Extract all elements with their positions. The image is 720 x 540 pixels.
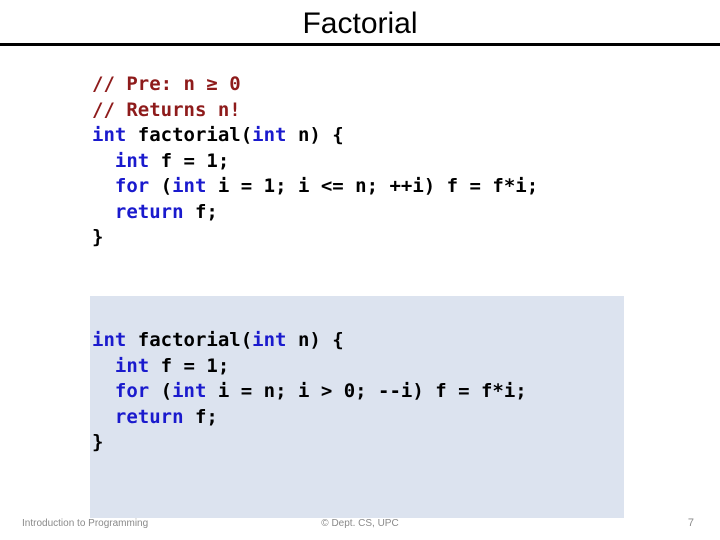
code-token-plain: f; [183, 405, 218, 428]
footer-page-number: 7 [687, 517, 694, 529]
code-token-keyword: int [252, 329, 287, 351]
code-token-keyword: int [252, 124, 287, 146]
slide-footer: Introduction to Programming © Dept. CS, … [0, 516, 720, 536]
code-token-comment: // Returns n! [92, 98, 241, 121]
code-token-keyword: for [114, 175, 150, 197]
code-token-plain: f; [183, 200, 218, 223]
code-token-comment: // Pre: n ≥ 0 [92, 73, 241, 95]
code-token-plain: i = 1; i <= n; ++i) f = f*i; [206, 175, 539, 197]
code-token-plain: f = 1; [149, 149, 230, 172]
code-token-plain: n) { [286, 124, 344, 146]
code-token-keyword: return [114, 405, 184, 428]
code-line: return f; [92, 405, 527, 431]
code-token-keyword: int [92, 124, 127, 146]
code-line: int factorial(int n) { [92, 123, 538, 149]
code-line: } [92, 430, 527, 456]
footer-copyright-label: © Dept. CS, UPC [321, 518, 399, 529]
code-line: for (int i = n; i > 0; --i) f = f*i; [92, 379, 527, 405]
code-token-plain: factorial( [126, 329, 253, 351]
code-token-keyword: int [172, 175, 207, 197]
code-line: int f = 1; [92, 354, 527, 380]
code-token-keyword: int [114, 354, 150, 377]
code-block-iterative-descending: int factorial(int n) { int f = 1; for (i… [92, 328, 527, 456]
code-token-plain: ( [149, 175, 173, 197]
code-line: int factorial(int n) { [92, 328, 527, 354]
code-block-iterative-ascending: // Pre: n ≥ 0// Returns n! int factorial(… [92, 72, 538, 251]
code-line: for (int i = 1; i <= n; ++i) f = f*i; [92, 174, 538, 200]
code-token-plain: i = n; i > 0; --i) f = f*i; [206, 380, 527, 402]
code-token-plain: ( [149, 380, 173, 402]
code-line: return f; [92, 200, 538, 226]
code-token-plain: } [92, 431, 104, 453]
code-line: int f = 1; [92, 149, 538, 175]
code-token-plain: } [92, 226, 104, 248]
code-line: } [92, 225, 538, 251]
code-line: // Returns n! [92, 98, 538, 124]
code-token-plain: factorial( [126, 124, 253, 146]
code-token-plain: n) { [286, 329, 344, 351]
title-divider [0, 43, 720, 46]
code-token-keyword: return [114, 200, 184, 223]
code-token-plain: f = 1; [149, 354, 230, 377]
code-line: // Pre: n ≥ 0 [92, 72, 538, 98]
code-token-keyword: int [92, 329, 127, 351]
code-token-keyword: for [114, 380, 150, 402]
page-title: Factorial [302, 7, 418, 40]
code-token-keyword: int [114, 149, 150, 172]
code-token-keyword: int [172, 380, 207, 402]
